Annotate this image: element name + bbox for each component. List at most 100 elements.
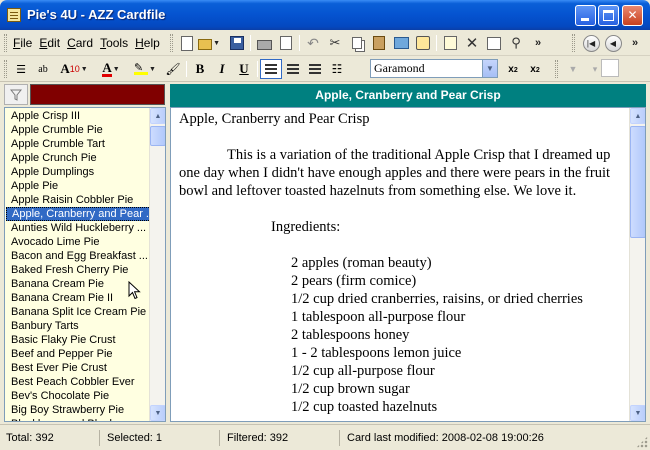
card-properties-button[interactable] [483, 33, 505, 53]
menu-file[interactable]: File [10, 36, 35, 50]
new-file-button[interactable] [176, 33, 198, 53]
find-button[interactable]: ⚲ [505, 33, 527, 53]
toolbar-grip[interactable] [170, 34, 173, 52]
font-color-button[interactable]: A ▼ [94, 59, 128, 79]
insert-picture-button[interactable] [390, 33, 412, 53]
list-item[interactable]: Best Peach Cobbler Ever [5, 375, 152, 389]
list-item[interactable]: Apple Crumble Pie [5, 123, 152, 137]
cardfile-app-icon[interactable] [7, 8, 21, 22]
menu-bar: File Edit Card Tools Help [10, 36, 164, 50]
print-preview-icon [280, 36, 292, 50]
dropdown-arrow-icon: ▼ [149, 65, 156, 73]
list-item[interactable]: Apple Dumplings [5, 165, 152, 179]
list-item[interactable]: Blackberry and Blueberry ... [5, 417, 152, 421]
card-text[interactable]: Apple, Cranberry and Pear Crisp This is … [179, 110, 627, 416]
paste-button[interactable] [368, 33, 390, 53]
filter-button[interactable] [4, 84, 28, 105]
disabled-dropdown-button[interactable]: ▼ [562, 59, 584, 79]
scroll-thumb[interactable] [150, 126, 165, 146]
spell-check-button[interactable]: ab [32, 59, 54, 79]
list-item[interactable]: Apple Crisp III [5, 109, 152, 123]
maximize-button[interactable] [598, 5, 619, 26]
italic-button[interactable]: I [211, 59, 233, 79]
list-item[interactable]: Bacon and Egg Breakfast ... [5, 249, 152, 263]
chevron-down-icon[interactable]: ▼ [482, 60, 497, 77]
open-button[interactable]: ▼ [198, 33, 220, 53]
nav-toolbar-grip[interactable] [572, 34, 575, 52]
chevron-down-icon: ▼ [568, 64, 578, 74]
menu-help[interactable]: Help [132, 36, 163, 50]
list-item[interactable]: Apple Raisin Cobbler Pie [5, 193, 152, 207]
menu-card[interactable]: Card [64, 36, 96, 50]
save-button[interactable] [226, 33, 248, 53]
card-list-scrollbar[interactable]: ▲ ▼ [149, 108, 165, 421]
underline-button[interactable]: U [233, 59, 255, 79]
list-item[interactable]: Apple Crumble Tart [5, 137, 152, 151]
extra-toolbar-grip[interactable] [555, 60, 558, 78]
list-item[interactable]: Basic Flaky Pie Crust [5, 333, 152, 347]
close-button[interactable]: ✕ [622, 5, 643, 26]
card-list[interactable]: Apple Crisp III Apple Crumble Pie Apple Cr… [4, 107, 166, 422]
resize-grip-icon[interactable] [636, 436, 648, 448]
scroll-down-button[interactable]: ▼ [150, 405, 165, 421]
list-item[interactable]: Apple Pie [5, 179, 152, 193]
list-item[interactable]: Bev's Chocolate Pie [5, 389, 152, 403]
bullets-button[interactable]: ☷ [326, 59, 348, 79]
style-button[interactable]: ☰ [10, 59, 32, 79]
new-card-button[interactable] [439, 33, 461, 53]
align-right-button[interactable] [304, 59, 326, 79]
ingredient-line: 1 tablespoon all-purpose flour [291, 309, 466, 325]
list-item-selected[interactable]: Apple, Cranberry and Pear ... [6, 207, 151, 221]
first-card-button[interactable]: |◀ [580, 33, 602, 53]
scroll-thumb[interactable] [630, 126, 645, 238]
insert-datetime-button[interactable] [412, 33, 434, 53]
color-swatch-box[interactable] [601, 59, 619, 77]
list-item[interactable]: Banbury Tarts [5, 319, 152, 333]
format-painter-button[interactable]: 🖌 [162, 59, 184, 79]
previous-card-button[interactable]: ◀ [602, 33, 624, 53]
cut-button[interactable]: ✂ [324, 33, 346, 53]
bold-button[interactable]: B [189, 59, 211, 79]
list-item[interactable]: Big Boy Strawberry Pie [5, 403, 152, 417]
copy-icon [352, 37, 362, 49]
scissors-icon: ✂ [329, 35, 341, 50]
menu-edit[interactable]: Edit [36, 36, 63, 50]
list-item[interactable]: Avocado Lime Pie [5, 235, 152, 249]
list-item[interactable]: Banana Split Ice Cream Pie [5, 305, 152, 319]
list-item[interactable]: Apple Crunch Pie [5, 151, 152, 165]
align-left-button[interactable] [260, 59, 282, 79]
list-item[interactable]: Aunties Wild Huckleberry ... [5, 221, 152, 235]
copy-button[interactable] [346, 33, 368, 53]
minimize-button[interactable] [575, 5, 596, 26]
delete-card-button[interactable]: ✕ [461, 33, 483, 53]
menubar-grip[interactable] [4, 34, 7, 52]
list-item[interactable]: Best Ever Pie Crust [5, 361, 152, 375]
font-name-combo[interactable]: Garamond ▼ [370, 59, 498, 78]
ingredient-line: 2 pears (firm comice) [291, 273, 417, 289]
filter-input[interactable] [30, 84, 165, 105]
print-button[interactable] [253, 33, 275, 53]
highlight-button[interactable]: ✎ ▼ [128, 59, 162, 79]
card-editor[interactable]: Apple, Cranberry and Pear Crisp This is … [170, 107, 646, 422]
font-size-button[interactable]: A 10 ▼ [54, 59, 94, 79]
chevron-right-double-icon: » [534, 37, 542, 49]
scroll-up-button[interactable]: ▲ [630, 108, 645, 124]
maximize-icon [603, 10, 614, 21]
subscript-button[interactable]: x2 [524, 59, 546, 79]
list-item[interactable]: Baked Fresh Cherry Pie [5, 263, 152, 277]
card-scrollbar[interactable]: ▲ ▼ [629, 108, 645, 421]
scroll-up-button[interactable]: ▲ [150, 108, 165, 124]
list-item[interactable]: Beef and Pepper Pie [5, 347, 152, 361]
superscript-button[interactable]: x2 [502, 59, 524, 79]
toolbar-overflow-button[interactable]: » [527, 33, 549, 53]
print-preview-button[interactable] [275, 33, 297, 53]
align-center-button[interactable] [282, 59, 304, 79]
window-title: Pie's 4U - AZZ Cardfile [27, 7, 166, 22]
title-bar[interactable]: Pie's 4U - AZZ Cardfile ✕ [0, 0, 650, 30]
ingredient-line: 1 - 2 tablespoons lemon juice [291, 345, 462, 361]
format-toolbar-grip[interactable] [4, 60, 7, 78]
menu-tools[interactable]: Tools [97, 36, 131, 50]
undo-button[interactable]: ↶ [302, 33, 324, 53]
scroll-down-button[interactable]: ▼ [630, 405, 645, 421]
nav-overflow-button[interactable]: » [624, 33, 646, 53]
